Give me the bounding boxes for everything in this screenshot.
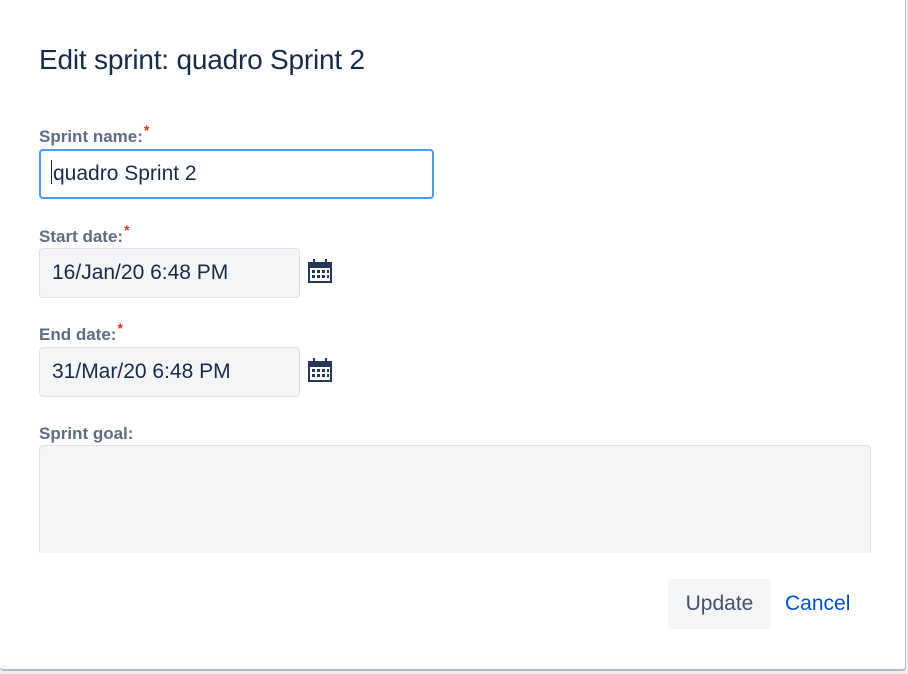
- sprint-name-label-text: Sprint name:: [39, 127, 143, 146]
- calendar-icon[interactable]: [307, 357, 333, 383]
- required-mark: *: [143, 122, 150, 138]
- update-button[interactable]: Update: [668, 579, 771, 629]
- end-date-input[interactable]: 31/Mar/20 6:48 PM: [39, 347, 300, 397]
- sprint-name-value: quadro Sprint 2: [53, 162, 197, 185]
- end-date-value: 31/Mar/20 6:48 PM: [52, 360, 231, 383]
- start-date-value: 16/Jan/20 6:48 PM: [52, 261, 229, 284]
- required-mark: *: [117, 320, 123, 336]
- edit-sprint-dialog: Edit sprint: quadro Sprint 2 Sprint name…: [0, 0, 906, 671]
- sprint-name-input[interactable]: quadro Sprint 2: [39, 149, 434, 199]
- dialog-title: Edit sprint: quadro Sprint 2: [39, 44, 365, 75]
- required-mark: *: [124, 222, 130, 238]
- sprint-goal-textarea[interactable]: [39, 445, 871, 553]
- end-date-label: End date:*: [39, 320, 123, 345]
- cancel-link[interactable]: Cancel: [785, 579, 850, 629]
- start-date-input[interactable]: 16/Jan/20 6:48 PM: [39, 248, 300, 298]
- end-date-label-text: End date:: [39, 325, 117, 344]
- start-date-label-text: Start date:: [39, 227, 124, 246]
- calendar-icon[interactable]: [307, 258, 333, 284]
- sprint-name-label: Sprint name:*: [39, 122, 149, 147]
- text-caret: [51, 160, 52, 185]
- sprint-goal-label: Sprint goal:: [39, 424, 134, 443]
- start-date-label: Start date:*: [39, 222, 130, 247]
